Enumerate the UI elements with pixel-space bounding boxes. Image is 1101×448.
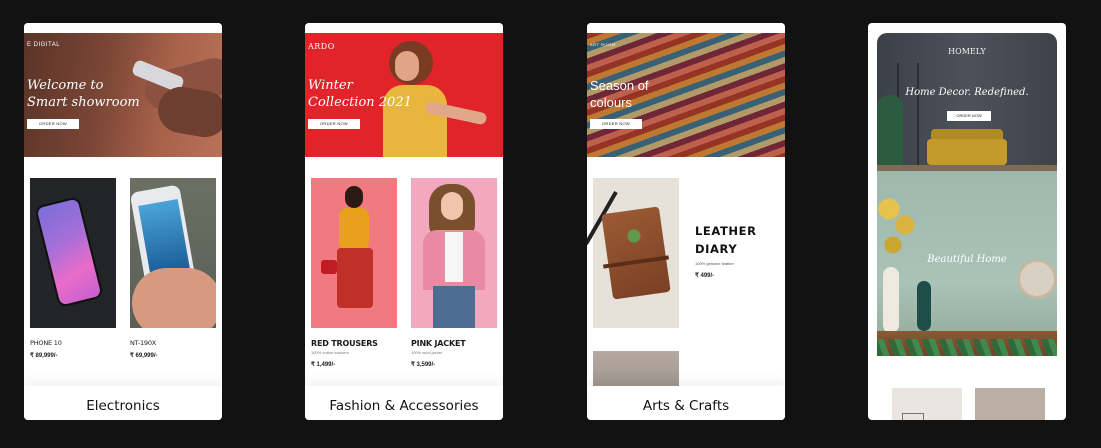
order-now-button[interactable]: ORDER NOW <box>308 119 360 129</box>
model-head <box>345 186 363 208</box>
product-image <box>892 388 962 420</box>
leaves-image <box>877 339 1057 356</box>
vase-image <box>917 281 931 331</box>
caption-text: Arts & Crafts <box>642 398 730 414</box>
hand-image <box>132 268 216 328</box>
leather-diary-image <box>601 206 671 300</box>
hero-title: Winter Collection 2021 <box>308 78 412 110</box>
product-name: PHONE 10 <box>30 339 62 347</box>
brand-logo: E DIGITAL <box>27 42 61 48</box>
product-name: RED TROUSERS <box>311 339 378 348</box>
product-price: ₹ 499/- <box>695 273 715 279</box>
order-now-button[interactable]: ORDER NOW <box>947 111 991 121</box>
product-image <box>130 178 216 328</box>
home-phone-preview: HOMELY Home Decor. Redefined. ORDER NOW … <box>877 33 1057 356</box>
model-top <box>339 208 369 250</box>
bag-image <box>321 260 337 274</box>
template-card-home[interactable]: HOMELY Home Decor. Redefined. ORDER NOW … <box>868 23 1066 420</box>
card-caption: Electronics <box>24 386 222 420</box>
section-title: Beautiful Home <box>927 254 1007 265</box>
product-image <box>975 388 1045 420</box>
product-price: ₹ 69,999/- <box>130 353 158 359</box>
hero-banner: ART ROOM Season of colours ORDER NOW <box>587 33 785 157</box>
model-shirt <box>445 232 463 282</box>
product-image <box>587 178 679 328</box>
hero-title: Season of colours <box>590 78 649 110</box>
top-strip <box>587 23 785 33</box>
plant-sprig <box>627 224 641 248</box>
top-strip <box>305 23 503 33</box>
hero-banner: E DIGITAL Welcome to Smart showroom ORDE… <box>24 33 222 157</box>
product-name: PINK JACKET <box>411 339 466 348</box>
product-image <box>593 351 679 391</box>
product-image <box>311 178 397 328</box>
plant-image <box>877 95 903 171</box>
product-image <box>30 178 116 328</box>
product-description: 100% wool jacket <box>411 350 443 355</box>
top-strip <box>24 23 222 33</box>
brand-logo: ARDO <box>308 42 335 51</box>
template-card-arts[interactable]: ART ROOM Season of colours ORDER NOW LEA… <box>587 23 785 420</box>
hero-banner: ARDO Winter Collection 2021 ORDER NOW <box>305 33 503 157</box>
product-price: ₹ 89,999/- <box>30 353 58 359</box>
frame-image <box>902 413 924 420</box>
mirror-image <box>1017 259 1057 299</box>
hero-title: Welcome to Smart showroom <box>27 78 140 110</box>
sofa-image <box>927 139 1007 165</box>
flowers-image <box>877 185 917 265</box>
brand-logo: HOMELY <box>948 47 986 56</box>
caption-text: Electronics <box>86 398 160 414</box>
product-name: LEATHER DIARY <box>695 224 757 256</box>
caption-text: Fashion & Accessories <box>329 398 479 414</box>
order-now-button[interactable]: ORDER NOW <box>27 119 79 129</box>
phone-image <box>34 195 104 309</box>
product-price: ₹ 3,599/- <box>411 362 436 368</box>
product-price: ₹ 1,499/- <box>311 362 336 368</box>
model-jeans <box>433 286 475 328</box>
vase-image <box>883 267 899 333</box>
product-image <box>411 178 497 328</box>
brand-logo: ART ROOM <box>590 42 616 47</box>
section-banner: Beautiful Home <box>877 171 1057 356</box>
template-card-electronics[interactable]: E DIGITAL Welcome to Smart showroom ORDE… <box>24 23 222 420</box>
product-name: NT-190X <box>130 339 157 347</box>
card-caption: Fashion & Accessories <box>305 386 503 420</box>
order-now-button[interactable]: ORDER NOW <box>590 119 642 129</box>
red-trousers-image <box>337 248 373 308</box>
hero-banner: HOMELY Home Decor. Redefined. ORDER NOW <box>877 33 1057 171</box>
hero-title: Home Decor. Redefined. <box>905 87 1029 98</box>
hero-hand-image <box>154 83 222 141</box>
model-face <box>441 192 463 220</box>
product-description: 100% genuine leather <box>695 261 734 266</box>
product-description: 100% cotton trousers <box>311 350 349 355</box>
template-card-fashion[interactable]: ARDO Winter Collection 2021 ORDER NOW RE… <box>305 23 503 420</box>
card-caption: Arts & Crafts <box>587 386 785 420</box>
